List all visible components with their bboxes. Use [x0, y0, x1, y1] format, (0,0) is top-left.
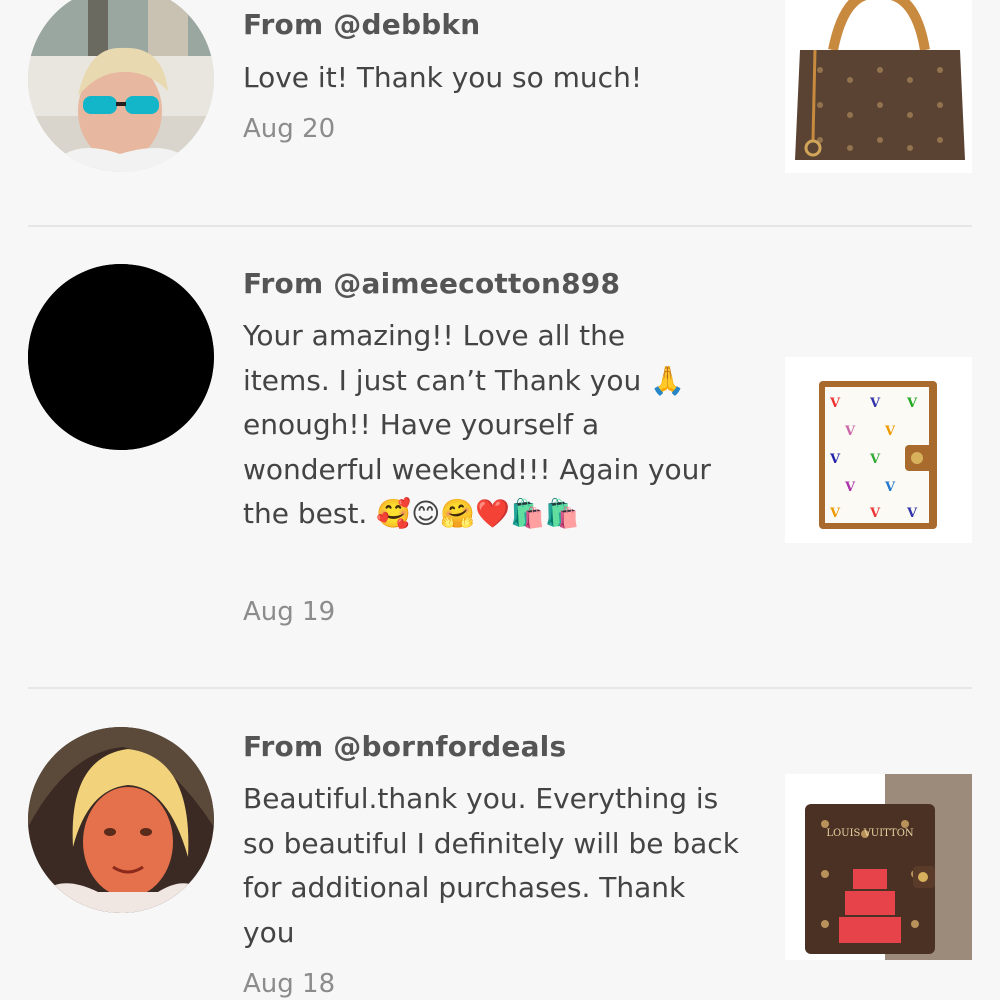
wallet-with-box-image: LOUIS VUITTON	[785, 774, 972, 960]
listing-thumbnail[interactable]: VVV VV VVV VV VVV	[785, 357, 972, 543]
review-date: Aug 20	[243, 114, 336, 144]
svg-text:V: V	[906, 506, 918, 521]
svg-text:V: V	[829, 452, 841, 467]
avatar-photo	[28, 727, 214, 913]
avatar-photo	[28, 0, 214, 172]
svg-text:V: V	[844, 424, 856, 439]
review-message: Beautiful.thank you. Everything is so be…	[243, 782, 739, 949]
divider	[28, 687, 972, 689]
svg-text:V: V	[884, 480, 896, 495]
review-from[interactable]: From @aimeecotton898	[243, 267, 620, 300]
svg-text:V: V	[869, 452, 881, 467]
agenda-image: VVV VV VVV VV VVV	[785, 357, 972, 543]
review-date: Aug 19	[243, 597, 336, 627]
handbag-image	[785, 0, 972, 173]
svg-text:V: V	[829, 506, 841, 521]
listing-thumbnail[interactable]	[785, 0, 972, 173]
svg-text:V: V	[869, 506, 881, 521]
review-message: Your amazing!! Love all the items. I jus…	[243, 319, 711, 530]
avatar[interactable]	[28, 264, 214, 450]
review-date: Aug 18	[243, 969, 336, 999]
brand-logo-text: LOUIS VUITTON	[826, 828, 914, 839]
svg-text:V: V	[844, 480, 856, 495]
review-from[interactable]: From @bornfordeals	[243, 730, 566, 763]
svg-text:V: V	[906, 396, 918, 411]
review-message: Love it! Thank you so much!	[243, 61, 643, 94]
divider	[28, 225, 972, 227]
listing-thumbnail[interactable]: LOUIS VUITTON	[785, 774, 972, 960]
avatar[interactable]	[28, 0, 214, 172]
avatar[interactable]	[28, 727, 214, 913]
svg-text:V: V	[829, 396, 841, 411]
review-from[interactable]: From @debbkn	[243, 8, 480, 41]
avatar-photo	[28, 264, 214, 450]
svg-text:V: V	[869, 396, 881, 411]
svg-text:V: V	[884, 424, 896, 439]
